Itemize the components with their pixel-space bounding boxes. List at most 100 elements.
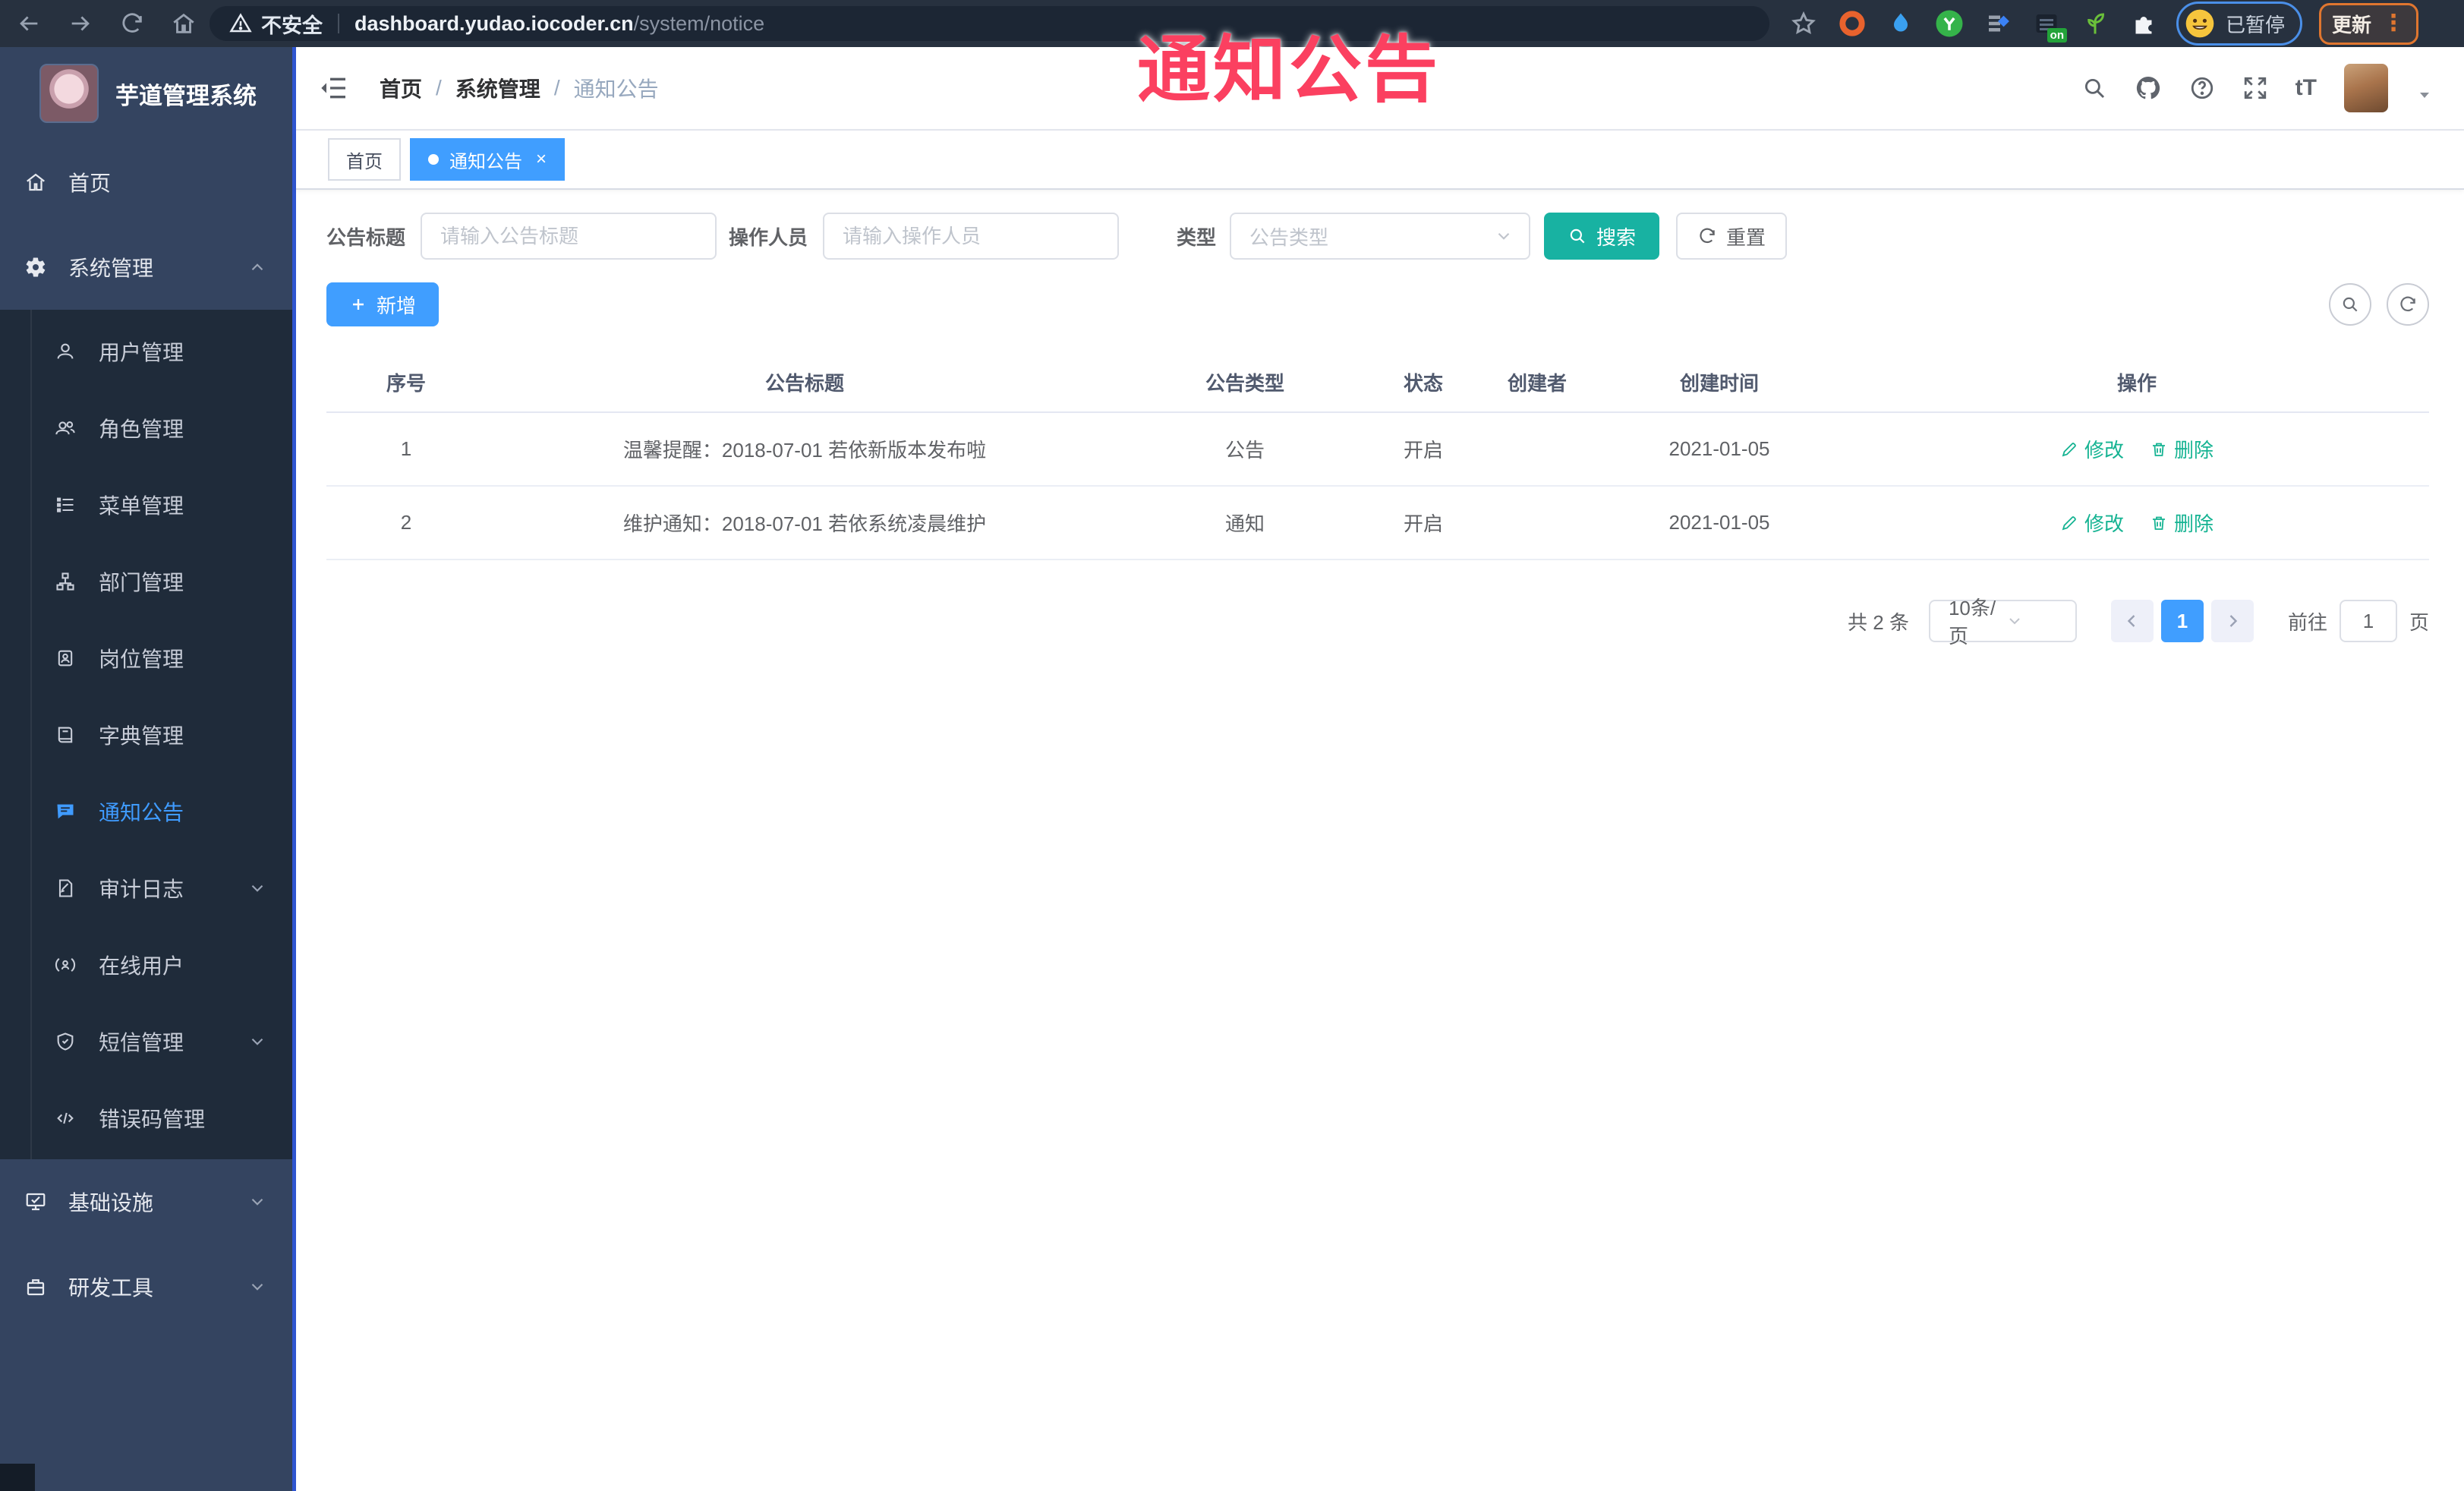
pagination: 共 2 条 10条/页 1 前往 页	[326, 597, 2429, 648]
goto-page-input[interactable]	[2339, 600, 2397, 642]
chevron-down-icon	[247, 878, 267, 898]
extension-orange-ring-icon[interactable]	[1836, 8, 1868, 39]
chat-bubble-icon	[55, 801, 76, 822]
tab-close-icon[interactable]: ×	[536, 149, 547, 170]
sidebar-item-sms-mgmt[interactable]: 短信管理	[0, 1003, 296, 1080]
bookmark-star-icon[interactable]	[1788, 8, 1820, 39]
security-label[interactable]: 不安全	[261, 9, 323, 39]
filter-operator-label: 操作人员	[729, 225, 808, 249]
gear-icon	[24, 256, 47, 279]
sidebar-item-role-mgmt[interactable]: 角色管理	[0, 389, 296, 466]
show-search-toggle-button[interactable]	[2329, 283, 2371, 326]
edit-button[interactable]: 修改	[2060, 509, 2124, 537]
chevron-down-icon	[2006, 612, 2063, 630]
back-icon[interactable]	[14, 8, 44, 39]
page-size-select[interactable]: 10条/页	[1928, 597, 2077, 648]
breadcrumb: 首页 / 系统管理 / 通知公告	[380, 73, 659, 103]
active-tab-dot	[428, 154, 439, 165]
notice-type-select[interactable]: 公告类型	[1230, 213, 1531, 260]
pencil-icon	[2060, 440, 2078, 459]
trash-icon	[2150, 440, 2168, 459]
sidebar-item-dept-mgmt[interactable]: 部门管理	[0, 543, 296, 619]
sidebar-bottom-corner	[0, 1464, 35, 1491]
app-logo-row[interactable]: 芋道管理系统	[0, 47, 296, 140]
extension-dark-on-icon[interactable]: on	[2031, 8, 2067, 43]
extension-sprout-icon[interactable]	[2079, 8, 2111, 39]
operator-input[interactable]	[823, 213, 1120, 260]
home-nav-icon[interactable]	[169, 8, 199, 39]
sidebar-item-notice[interactable]: 通知公告	[0, 773, 296, 850]
add-button[interactable]: 新增	[326, 282, 439, 326]
online-users-icon	[55, 954, 76, 976]
sidebar-item-menu-mgmt[interactable]: 菜单管理	[0, 466, 296, 543]
address-bar[interactable]: 不安全 dashboard.yudao.iocoder.cn/system/no…	[210, 6, 1769, 41]
refresh-icon	[1697, 226, 1717, 246]
sidebar-submenu-system: 用户管理 角色管理 菜单管理 部门管理 岗位管理 字典管理 通知公告 审计日志 …	[0, 310, 296, 1159]
sidebar-fold-icon[interactable]	[319, 73, 349, 103]
tab-home[interactable]: 首页	[328, 138, 401, 181]
extensions-puzzle-icon[interactable]	[2128, 8, 2160, 39]
sidebar-item-audit-log[interactable]: 审计日志	[0, 850, 296, 926]
search-button[interactable]: 搜索	[1544, 213, 1660, 260]
app-header: 首页 / 系统管理 / 通知公告 tT	[296, 47, 2464, 131]
tab-bar: 首页 通知公告 ×	[296, 131, 2464, 190]
page-unit-label: 页	[2409, 610, 2429, 634]
extension-green-circle-icon[interactable]	[1933, 8, 1965, 39]
browser-menu-icon[interactable]: ⋮	[2382, 12, 2406, 35]
next-page-button[interactable]	[2210, 600, 2254, 642]
monitor-check-icon	[24, 1190, 47, 1213]
page-number-1[interactable]: 1	[2160, 600, 2204, 642]
delete-button[interactable]: 删除	[2150, 509, 2214, 537]
extension-blue-drop-icon[interactable]	[1885, 8, 1917, 39]
toolbox-icon	[24, 1275, 47, 1298]
help-icon[interactable]	[2189, 75, 2215, 101]
prev-page-button[interactable]	[2110, 600, 2154, 642]
search-icon[interactable]	[2081, 75, 2107, 101]
browser-profile-chip[interactable]: 已暂停	[2176, 2, 2303, 46]
home-icon	[24, 171, 47, 194]
sidebar-item-post-mgmt[interactable]: 岗位管理	[0, 619, 296, 696]
sidebar-item-system-mgmt[interactable]: 系统管理	[0, 225, 296, 310]
profile-emoji-avatar	[2185, 9, 2214, 38]
sidebar-item-user-mgmt[interactable]: 用户管理	[0, 313, 296, 389]
chevron-down-icon	[247, 1277, 267, 1297]
notice-table: 序号 公告标题 公告类型 状态 创建者 创建时间 操作 1 温馨提醒：2018-…	[326, 352, 2429, 560]
url-path: /system/notice	[633, 11, 765, 35]
sidebar-item-home[interactable]: 首页	[0, 140, 296, 225]
sidebar-item-online-users[interactable]: 在线用户	[0, 926, 296, 1003]
goto-label: 前往	[2287, 610, 2327, 634]
fullscreen-icon[interactable]	[2242, 75, 2268, 101]
notice-title-input[interactable]	[421, 213, 717, 260]
screen: 不安全 dashboard.yudao.iocoder.cn/system/no…	[0, 0, 2464, 1491]
sidebar-item-infrastructure[interactable]: 基础设施	[0, 1159, 296, 1244]
sidebar-item-dict-mgmt[interactable]: 字典管理	[0, 696, 296, 773]
caret-down-icon[interactable]	[2415, 86, 2434, 104]
menu-list-icon	[55, 494, 76, 515]
sidebar-item-errcode-mgmt[interactable]: 错误码管理	[0, 1080, 296, 1156]
sidebar-item-dev-tools[interactable]: 研发工具	[0, 1244, 296, 1329]
edit-button[interactable]: 修改	[2060, 435, 2124, 463]
warning-icon	[229, 12, 252, 35]
breadcrumb-system[interactable]: 系统管理	[455, 73, 540, 103]
table-row: 2 维护通知：2018-07-01 若依系统凌晨维护 通知 开启 2021-01…	[326, 487, 2429, 560]
forward-icon[interactable]	[65, 8, 96, 39]
shield-check-icon	[55, 1031, 76, 1052]
github-icon[interactable]	[2135, 74, 2162, 102]
refresh-table-button[interactable]	[2387, 283, 2429, 326]
sidebar: 芋道管理系统 首页 系统管理 用户管理 角色管理 菜单管理 部门管理 岗位管理 …	[0, 47, 296, 1491]
profile-status-label: 已暂停	[2226, 13, 2286, 36]
table-header-row: 序号 公告标题 公告类型 状态 创建者 创建时间 操作	[326, 352, 2429, 413]
user-avatar[interactable]	[2344, 64, 2388, 112]
reload-icon[interactable]	[117, 8, 147, 39]
browser-chrome: 不安全 dashboard.yudao.iocoder.cn/system/no…	[0, 0, 2464, 47]
delete-button[interactable]: 删除	[2150, 435, 2214, 463]
breadcrumb-home[interactable]: 首页	[380, 73, 422, 103]
book-icon	[55, 724, 76, 746]
reset-button[interactable]: 重置	[1676, 213, 1788, 260]
table-toolbar: 新增	[326, 282, 2429, 326]
extension-diamond-icon[interactable]	[1982, 8, 2014, 39]
code-icon	[55, 1108, 76, 1129]
font-size-icon[interactable]: tT	[2295, 75, 2317, 101]
tab-notice[interactable]: 通知公告 ×	[410, 138, 566, 181]
browser-update-button[interactable]: 更新 ⋮	[2319, 2, 2419, 45]
